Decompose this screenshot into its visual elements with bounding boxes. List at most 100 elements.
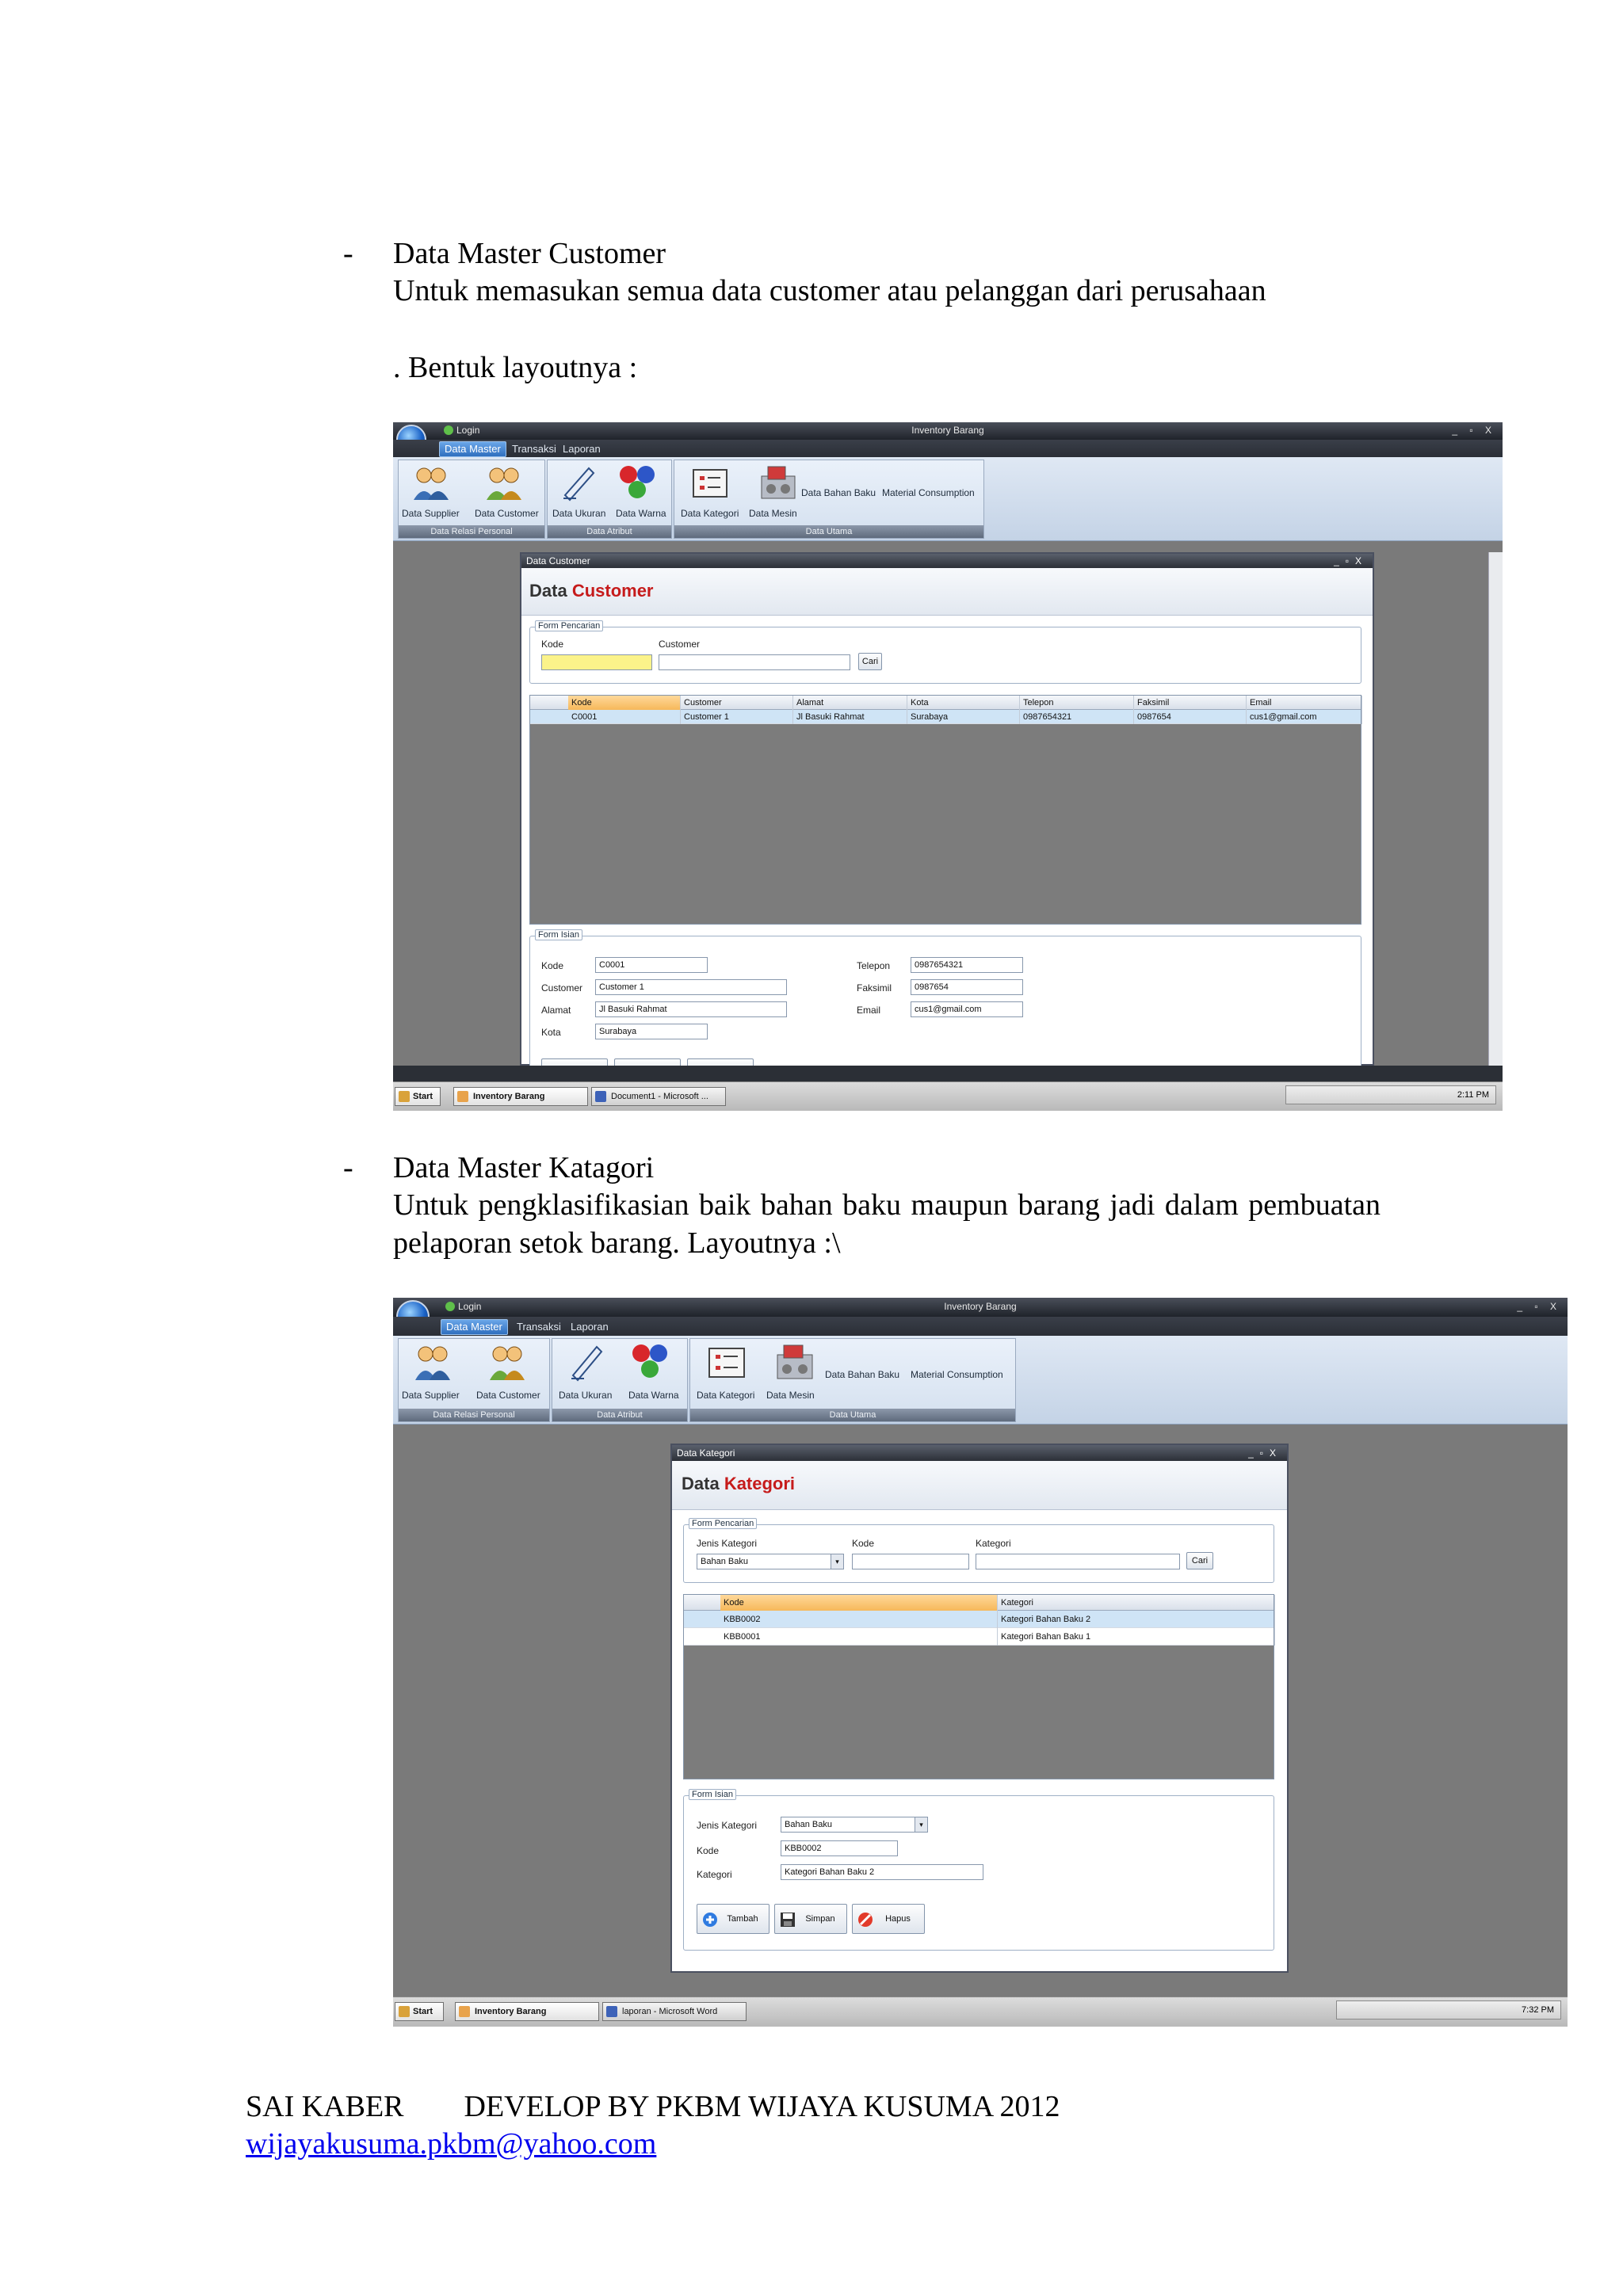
form-telepon-field[interactable]: 0987654321 [911,957,1023,973]
ribbon-data-supplier[interactable]: Data Supplier [402,1390,460,1401]
col-customer[interactable]: Customer [681,696,793,710]
form-kota-field[interactable]: Surabaya [595,1024,708,1039]
taskbar-item-label: Inventory Barang [473,1092,545,1101]
app-title: Inventory Barang [944,1301,1017,1312]
footer-email-link[interactable]: wijayakusuma.pkbm@yahoo.com [246,2125,656,2163]
customer-grid: Kode Customer Alamat Kota Telepon Faksim… [529,695,1362,925]
menu-data-master[interactable]: Data Master [441,1319,508,1335]
kategori-entry-form: Form Isian Jenis Kategori Bahan Baku ▾ Ko… [683,1789,1274,1951]
search-cari-button[interactable]: Cari [1186,1552,1213,1569]
ribbon-data-kategori[interactable]: Data Kategori [681,508,739,519]
ribbon-data-bahan-baku[interactable]: Data Bahan Baku [801,487,876,498]
app-window-controls[interactable]: _ ▫ X [1452,425,1496,436]
form-customer-field[interactable]: Customer 1 [595,979,787,995]
ribbon-data-bahan-baku[interactable]: Data Bahan Baku [825,1369,899,1380]
tambah-button[interactable]: Tambah [697,1904,769,1934]
tambah-label: Tambah [727,1914,758,1924]
menu-transaksi[interactable]: Transaksi [507,442,561,456]
menu-laporan[interactable]: Laporan [566,1320,613,1334]
form-email-field[interactable]: cus1@gmail.com [911,1001,1023,1017]
menu-laporan[interactable]: Laporan [558,442,605,456]
form-faksimil-label: Faksimil [857,982,892,994]
save-disk-icon [781,1913,795,1927]
kategori-window-title: Data Kategori [672,1445,1287,1461]
search-kode-input[interactable] [852,1554,969,1569]
menu-transaksi[interactable]: Transaksi [512,1320,566,1334]
kategori-window-controls[interactable]: _▫X [1248,1445,1282,1461]
ribbon-data-supplier[interactable]: Data Supplier [402,508,460,519]
app-window-icon [459,2006,470,2017]
form-kota-label: Kota [541,1027,561,1038]
taskbar-item-label: Document1 - Microsoft ... [611,1092,708,1101]
section-title-customer: Data Master Customer [393,237,666,270]
hapus-button[interactable]: Hapus [852,1904,925,1934]
col-telepon[interactable]: Telepon [1020,696,1134,710]
taskbar-item-word[interactable]: Document1 - Microsoft ... [591,1087,726,1106]
table-row[interactable]: C0001 Customer 1 Jl Basuki Rahmat Suraba… [530,710,1362,724]
col-kode[interactable]: Kode [568,696,681,710]
customer-window-controls[interactable]: _▫X [1334,554,1368,568]
app-window-icon [457,1091,468,1102]
taskbar-item-word[interactable]: laporan - Microsoft Word [602,2002,747,2021]
ribbon-data-warna[interactable]: Data Warna [628,1390,679,1401]
start-button[interactable]: Start [395,2002,444,2021]
col-kode[interactable]: Kode [720,1595,998,1611]
ribbon-data-ukuran[interactable]: Data Ukuran [552,508,605,519]
taskbar-item-label: laporan - Microsoft Word [622,2007,718,2016]
table-row[interactable]: KBB0001 Kategori Bahan Baku 1 [684,1628,1275,1646]
col-faksimil[interactable]: Faksimil [1134,696,1247,710]
col-kota[interactable]: Kota [907,696,1020,710]
ribbon-data-warna[interactable]: Data Warna [616,508,666,519]
search-customer-input[interactable] [659,654,850,670]
workspace-scrollbar[interactable] [1488,552,1503,1066]
form-alamat-field[interactable]: Jl Basuki Rahmat [595,1001,787,1017]
search-cari-button[interactable]: Cari [858,653,882,670]
ribbon-data-ukuran[interactable]: Data Ukuran [559,1390,612,1401]
form-kode-field[interactable]: C0001 [595,957,708,973]
section-layout-note: . Bentuk layoutnya : [393,351,638,384]
ribbon-data-kategori[interactable]: Data Kategori [697,1390,754,1401]
col-alamat[interactable]: Alamat [793,696,907,710]
simpan-button[interactable]: Simpan [774,1904,847,1934]
search-kategori-input[interactable] [976,1554,1180,1569]
ribbon-group-utama: Data Kategori Data Mesin Data Bahan Baku… [689,1338,1016,1422]
form-kode-field[interactable]: KBB0002 [781,1840,898,1856]
search-jenis-select[interactable]: Bahan Baku ▾ [697,1554,844,1569]
taskbar-item-inventory[interactable]: Inventory Barang [453,1087,588,1106]
bullet-2: - [343,1151,353,1184]
app-window-controls[interactable]: _ ▫ X [1517,1301,1561,1312]
table-row[interactable]: KBB0002 Kategori Bahan Baku 2 [684,1611,1275,1628]
kategori-search-form: Form Pencarian Jenis Kategori Kode Kateg… [683,1518,1274,1583]
ribbon-material-consumption[interactable]: Material Consumption [911,1369,1003,1380]
cell-kode: C0001 [568,710,681,724]
ribbon-group-relasi: Data Supplier Data Customer Data Relasi … [398,460,545,539]
col-kategori[interactable]: Kategori [998,1595,1275,1611]
clock: 2:11 PM [1457,1090,1489,1100]
ribbon-data-mesin[interactable]: Data Mesin [766,1390,815,1401]
ribbon-material-consumption[interactable]: Material Consumption [882,487,975,498]
start-label: Start [413,1092,433,1101]
taskbar-item-inventory[interactable]: Inventory Barang [455,2002,599,2021]
customer-people-icon [487,467,521,500]
search-kode-label: Kode [541,639,564,650]
chevron-down-icon[interactable]: ▾ [831,1554,843,1569]
form-faksimil-field[interactable]: 0987654 [911,979,1023,995]
form-kategori-field[interactable]: Kategori Bahan Baku 2 [781,1864,983,1880]
ribbon-group-relasi: Data Supplier Data Customer Data Relasi … [398,1338,550,1422]
cell-kode: KBB0001 [720,1628,998,1646]
search-kode-input[interactable] [541,654,652,670]
start-label: Start [413,2007,433,2016]
menu-data-master[interactable]: Data Master [439,441,506,457]
color-balls-icon [620,466,655,498]
start-button[interactable]: Start [395,1087,441,1106]
chevron-down-icon[interactable]: ▾ [915,1817,927,1832]
ribbon-data-customer[interactable]: Data Customer [476,1390,540,1401]
group-label-utama: Data Utama [690,1409,1015,1421]
col-email[interactable]: Email [1247,696,1362,710]
ribbon-data-customer[interactable]: Data Customer [475,508,539,519]
system-tray: 7:32 PM [1336,2000,1561,2019]
ribbon-data-mesin[interactable]: Data Mesin [749,508,797,519]
kategori-heading: Data Kategori [682,1474,796,1493]
form-jenis-select[interactable]: Bahan Baku ▾ [781,1817,928,1833]
group-label-relasi: Data Relasi Personal [399,525,544,538]
